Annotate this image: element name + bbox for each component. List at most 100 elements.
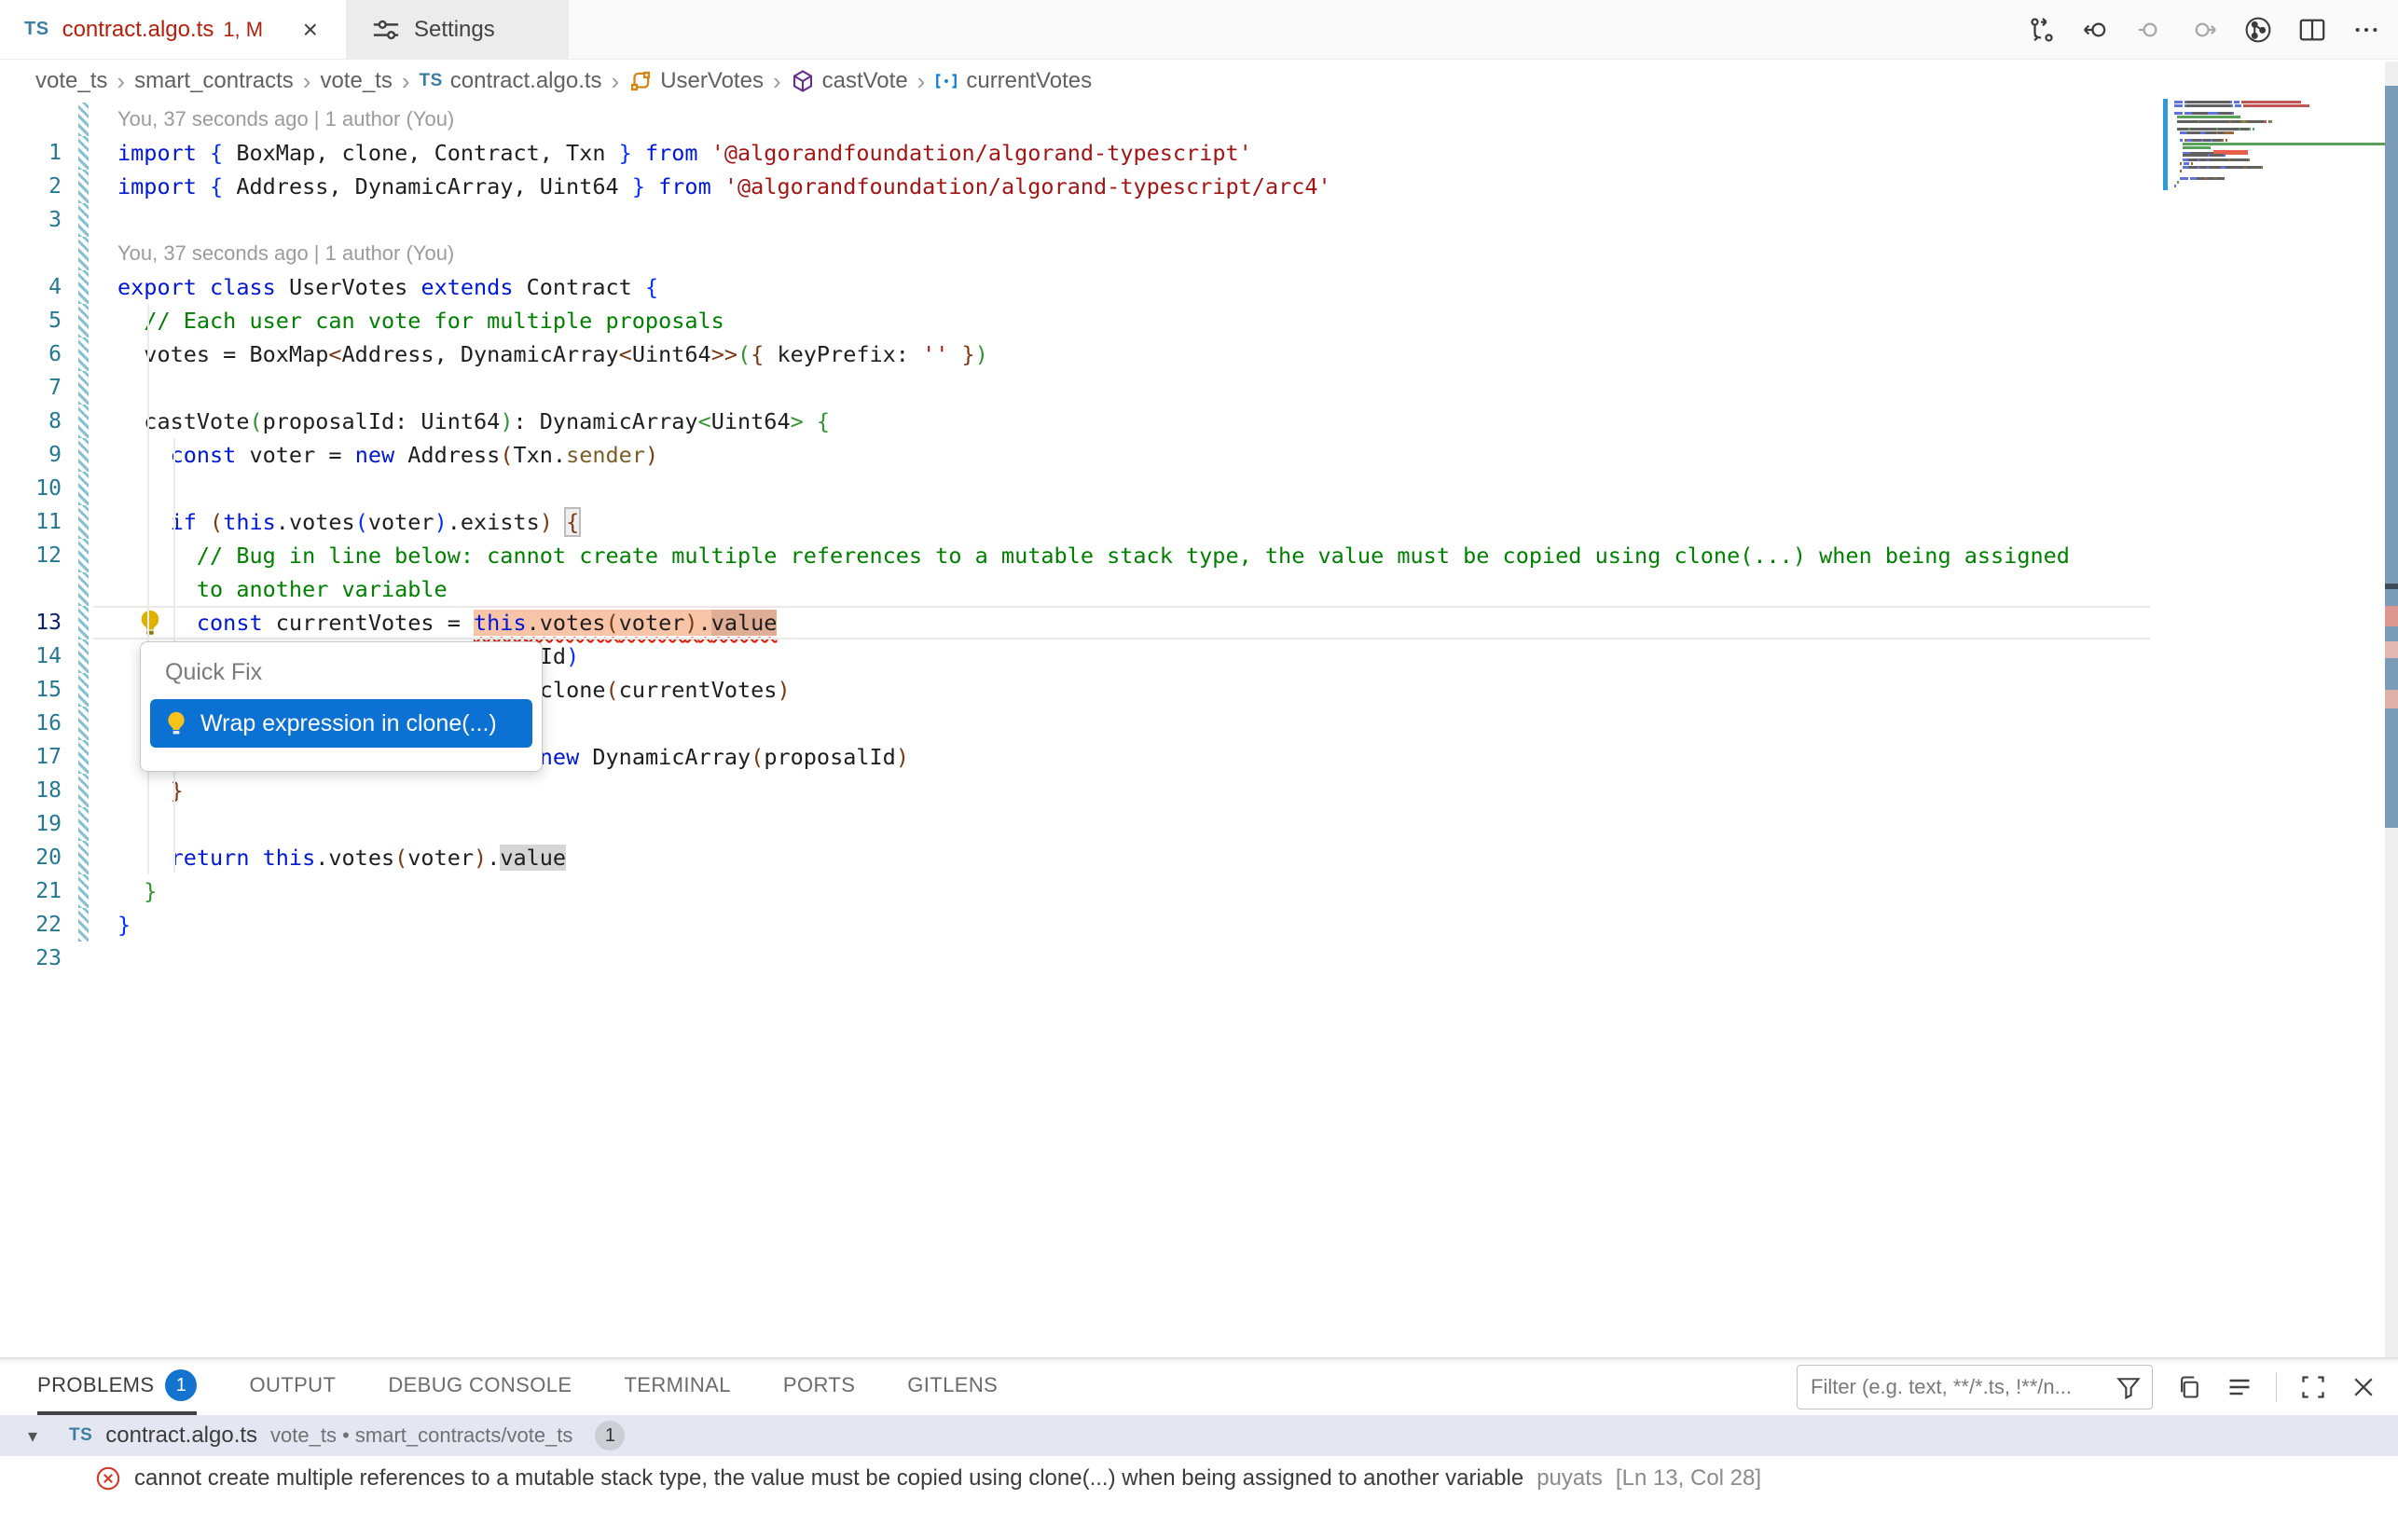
codelens-row[interactable]: You, 37 seconds ago | 1 author (You) [0,103,2156,136]
problems-filter-input[interactable] [1811,1375,2115,1399]
breadcrumb-item-vote_ts[interactable]: vote_ts [320,68,392,94]
git-added-gutter [78,304,89,337]
code-line-4[interactable]: 4export class UserVotes extends Contract… [0,270,2156,304]
copy-all-icon[interactable] [2175,1373,2203,1401]
code-line-2[interactable]: 2import { Address, DynamicArray, Uint64 … [0,170,2156,203]
problems-file-row[interactable]: ▾ TS contract.algo.ts vote_ts • smart_co… [0,1415,2398,1456]
overview-ruler-mark [2385,690,2398,708]
error-message: cannot create multiple references to a m… [134,1465,1523,1492]
navigate-back-icon[interactable] [2081,15,2111,45]
git-added-gutter [78,572,89,606]
problems-filter[interactable] [1797,1365,2153,1409]
code-line-22[interactable]: 22} [0,908,2156,942]
minimap-line [2177,116,2240,118]
lightbulb-icon[interactable] [136,609,164,637]
line-number: 14 [0,644,75,668]
method-icon [791,69,815,93]
code-line-12[interactable]: 12 // Bug in line below: cannot create m… [0,539,2156,572]
minimap-line [2183,150,2248,153]
more-actions-icon[interactable] [2351,15,2381,45]
code-editor[interactable]: You, 37 seconds ago | 1 author (You) 1imp… [0,103,2156,975]
commit-graph-icon[interactable] [2243,15,2273,45]
scrollbar-thumb[interactable] [2385,86,2398,828]
divider [2276,1372,2277,1402]
code-line-7[interactable]: 7 [0,371,2156,405]
breadcrumb-item-contract.algo.ts[interactable]: TScontract.algo.ts [420,68,602,94]
code-line-8[interactable]: 8 castVote(proposalId: Uint64): DynamicA… [0,405,2156,438]
panel-tab-gitlens[interactable]: GITLENS [907,1359,998,1415]
breadcrumb-item-currentVotes[interactable]: currentVotes [934,68,1092,94]
minimap-line [2174,101,2301,103]
code-line-23[interactable]: 23 [0,942,2156,975]
line-number: 22 [0,913,75,937]
code-line-6[interactable]: 6 votes = BoxMap<Address, DynamicArray<U… [0,337,2156,371]
line-number: 15 [0,678,75,702]
codelens-blame[interactable]: You, 37 seconds ago | 1 author (You) [117,241,454,266]
minimap-line [2174,185,2176,187]
minimap-line [2180,177,2225,180]
variable-icon [934,69,958,93]
git-added-gutter [78,237,89,270]
panel-tab-problems[interactable]: PROBLEMS1 [37,1359,197,1415]
code-line-1[interactable]: 1import { BoxMap, clone, Contract, Txn }… [0,136,2156,170]
chevron-down-icon[interactable]: ▾ [28,1424,56,1448]
tab-label: contract.algo.ts [62,17,214,43]
code-line-18[interactable]: 18 } [0,774,2156,807]
close-panel-icon[interactable] [2350,1373,2377,1401]
tab-contract-algo-ts[interactable]: TS contract.algo.ts 1, M × [0,0,347,59]
code-line-wrap[interactable]: to another variable [0,572,2156,606]
problem-error-row[interactable]: cannot create multiple references to a m… [0,1456,2398,1501]
minimap-line [2177,128,2254,131]
settings-sliders-icon [371,15,401,45]
git-added-gutter [78,270,89,304]
previous-change-icon[interactable] [2135,15,2165,45]
code-line-9[interactable]: 9 const voter = new Address(Txn.sender) [0,438,2156,472]
codelens-blame[interactable]: You, 37 seconds ago | 1 author (You) [117,107,454,131]
code-text: // Each user can vote for multiple propo… [117,308,724,334]
codelens-row[interactable]: You, 37 seconds ago | 1 author (You) [0,237,2156,270]
panel-tab-output[interactable]: OUTPUT [249,1359,336,1415]
close-tab-icon[interactable]: × [299,15,322,45]
code-line-10[interactable]: 10 [0,472,2156,505]
view-as-table-icon[interactable] [2226,1373,2253,1401]
code-line-3[interactable]: 3 [0,203,2156,237]
line-number: 11 [0,510,75,534]
panel-tab-ports[interactable]: PORTS [783,1359,855,1415]
split-editor-icon[interactable] [2297,15,2327,45]
editor-scrollbar[interactable] [2385,62,2398,1357]
minimap-line [2180,162,2193,165]
line-number: 9 [0,443,75,467]
code-text: export class UserVotes extends Contract … [117,274,658,300]
quick-fix-title: Quick Fix [150,655,532,699]
quick-fix-popup: Quick Fix Wrap expression in clone(...) [140,641,543,772]
source-control-compare-icon[interactable] [2027,15,2057,45]
code-text: import { Address, DynamicArray, Uint64 }… [117,173,1331,199]
line-number: 17 [0,745,75,769]
breadcrumb-item-vote_ts[interactable]: vote_ts [35,68,107,94]
tab-label: Settings [414,17,495,43]
tab-settings[interactable]: Settings [347,0,569,59]
maximize-panel-icon[interactable] [2299,1373,2327,1401]
breadcrumb-item-smart_contracts[interactable]: smart_contracts [134,68,294,94]
panel-tab-debug-console[interactable]: DEBUG CONSOLE [388,1359,572,1415]
code-line-19[interactable]: 19 [0,807,2156,841]
code-line-11[interactable]: 11 if (this.votes(voter).exists) { [0,505,2156,539]
quick-fix-action[interactable]: Wrap expression in clone(...) [150,699,532,748]
breadcrumb-item-UserVotes[interactable]: UserVotes [628,68,764,94]
line-number: 6 [0,342,75,366]
code-line-5[interactable]: 5 // Each user can vote for multiple pro… [0,304,2156,337]
git-added-gutter [78,908,89,942]
bottom-panel: PROBLEMS1 OUTPUT DEBUG CONSOLE TERMINAL PORT… [0,1357,2398,1540]
minimap-line [2180,139,2227,142]
line-number: 8 [0,409,75,433]
code-line-20[interactable]: 20 return this.votes(voter).value [0,841,2156,874]
breadcrumb-item-castVote[interactable]: castVote [791,68,908,94]
code-line-13[interactable]: 13 const currentVotes = this.votes(voter… [0,606,2156,639]
filter-funnel-icon[interactable] [2115,1373,2143,1401]
panel-tab-terminal[interactable]: TERMINAL [624,1359,730,1415]
minimap-line [2183,158,2250,161]
problems-file-path: vote_ts • smart_contracts/vote_ts [270,1423,572,1448]
next-change-icon[interactable] [2189,15,2219,45]
code-line-21[interactable]: 21 } [0,874,2156,908]
minimap[interactable] [2154,62,2385,1357]
